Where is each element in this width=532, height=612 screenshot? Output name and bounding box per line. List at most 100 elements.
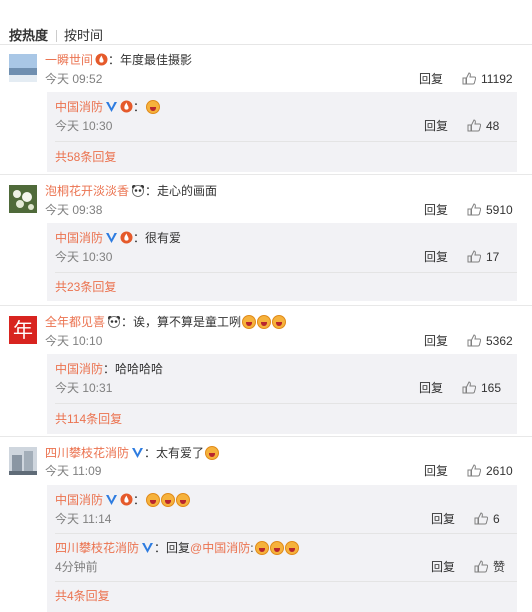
like-count: 17 xyxy=(486,250,500,264)
reply-text: ：哈哈哈哈 xyxy=(103,362,164,376)
heart-eyes-emoji-icon xyxy=(284,541,299,555)
fire-badge-icon xyxy=(120,231,133,248)
comment-time: 今天 09:38 xyxy=(45,203,103,217)
thumbs-up-icon xyxy=(462,72,476,85)
like-count: 11192 xyxy=(481,72,513,86)
comment-divider xyxy=(0,436,532,437)
avatar[interactable] xyxy=(9,447,37,475)
like-button[interactable]: 11192 xyxy=(462,71,513,87)
reply-time: 今天 11:14 xyxy=(55,512,112,526)
avatar[interactable] xyxy=(9,185,37,213)
reply-divider xyxy=(55,272,517,273)
reply-box: 中国消防 ： 今天 10:30 回复 48 共58条回复 xyxy=(47,92,517,172)
comment-author[interactable]: 一瞬世间 xyxy=(45,53,93,67)
reply-box: 中国消防：哈哈哈哈 今天 10:31 回复 165 共114条回复 xyxy=(47,354,517,434)
reply-time: 今天 10:30 xyxy=(55,119,113,133)
reply-divider xyxy=(55,403,517,404)
avatar[interactable] xyxy=(9,54,37,82)
reply-button[interactable]: 回复 xyxy=(424,118,448,134)
thumbs-up-icon xyxy=(467,119,481,132)
tab-by-time[interactable]: 按时间 xyxy=(64,28,103,44)
reply-author[interactable]: 中国消防 xyxy=(55,100,103,114)
reply-author[interactable]: 中国消防 xyxy=(55,231,103,245)
panda-badge-icon xyxy=(131,184,145,201)
panda-badge-icon xyxy=(107,315,121,332)
like-button[interactable]: 5910 xyxy=(467,202,513,218)
reply-tail: : xyxy=(250,541,254,555)
reply-text: ：回复 xyxy=(154,541,191,555)
comment-author[interactable]: 泡桐花开淡淡香 xyxy=(45,184,129,198)
reply-author[interactable]: 中国消防 xyxy=(55,493,103,507)
like-count: 48 xyxy=(486,119,500,133)
reply-author[interactable]: 中国消防 xyxy=(55,362,103,376)
like-button[interactable]: 17 xyxy=(467,249,499,265)
heart-eyes-emoji-icon xyxy=(269,541,284,555)
comment-divider xyxy=(0,305,532,306)
comment-time: 今天 11:09 xyxy=(45,464,102,478)
tab-by-hot[interactable]: 按热度 xyxy=(9,28,48,44)
sort-tabs: 按热度 按时间 xyxy=(0,0,532,45)
more-replies-link[interactable]: 共4条回复 xyxy=(55,588,110,604)
like-count: 165 xyxy=(481,381,502,395)
like-button[interactable]: 5362 xyxy=(467,333,513,349)
reply-time: 今天 10:30 xyxy=(55,250,113,264)
reply-text: ：很有爱 xyxy=(133,231,182,245)
reply-button[interactable]: 回复 xyxy=(431,559,455,575)
reply-divider xyxy=(55,581,517,582)
like-button[interactable]: 165 xyxy=(462,380,501,396)
reply-button[interactable]: 回复 xyxy=(424,333,448,349)
like-count: 2610 xyxy=(486,464,513,478)
thumbs-up-icon xyxy=(474,512,488,525)
fire-badge-icon xyxy=(95,53,108,70)
like-button[interactable]: 48 xyxy=(467,118,499,134)
comment-text: ：走心的画面 xyxy=(145,184,218,198)
comment-divider xyxy=(0,174,532,175)
laugh-emoji-icon xyxy=(146,493,161,507)
thumbs-up-icon xyxy=(474,560,488,573)
thumbs-up-icon xyxy=(467,250,481,263)
reply-button[interactable]: 回复 xyxy=(424,249,448,265)
more-replies-link[interactable]: 共23条回复 xyxy=(55,279,116,295)
laugh-cry-emoji-icon xyxy=(272,315,287,329)
avatar-text: 年 xyxy=(13,318,33,342)
reply-text: ： xyxy=(133,100,146,114)
avatar[interactable]: 年 xyxy=(9,316,37,344)
verified-v-icon xyxy=(105,494,118,510)
like-button[interactable]: 赞 xyxy=(474,559,505,575)
reply-box: 中国消防 ： 今天 11:14 回复 6 四川攀枝花消防 ：回复@中国消防: 4分钟… xyxy=(47,485,517,612)
reply-button[interactable]: 回复 xyxy=(419,380,443,396)
laugh-cry-emoji-icon xyxy=(242,315,257,329)
fire-badge-icon xyxy=(120,493,133,510)
tab-divider xyxy=(56,30,57,42)
comment-time: 今天 09:52 xyxy=(45,72,103,86)
fire-badge-icon xyxy=(120,100,133,117)
reply-button[interactable]: 回复 xyxy=(419,71,443,87)
more-replies-link[interactable]: 共114条回复 xyxy=(55,411,122,427)
more-replies-link[interactable]: 共58条回复 xyxy=(55,149,116,165)
verified-v-icon xyxy=(131,447,144,463)
mention-link[interactable]: @中国消防 xyxy=(190,541,250,555)
like-button[interactable]: 6 xyxy=(474,511,500,527)
verified-v-icon xyxy=(141,542,154,558)
reply-divider xyxy=(55,533,517,534)
thumbs-up-icon xyxy=(467,464,481,477)
thumbs-up-icon xyxy=(467,334,481,347)
reply-button[interactable]: 回复 xyxy=(424,463,448,479)
heart-eyes-emoji-icon xyxy=(205,446,220,460)
thumbs-up-icon xyxy=(462,381,476,394)
verified-v-icon xyxy=(105,232,118,248)
reply-divider xyxy=(55,141,517,142)
verified-v-icon xyxy=(105,101,118,117)
comment-text: ：年度最佳摄影 xyxy=(108,53,193,67)
reply-button[interactable]: 回复 xyxy=(431,511,455,527)
comment-author[interactable]: 全年都见喜 xyxy=(45,315,105,329)
like-button[interactable]: 2610 xyxy=(467,463,513,479)
comment-text: ：诶，算不算是童工咧 xyxy=(121,315,242,329)
reply-time: 今天 10:31 xyxy=(55,381,113,395)
reply-author[interactable]: 四川攀枝花消防 xyxy=(55,541,139,555)
comment-time: 今天 10:10 xyxy=(45,334,103,348)
comment-author[interactable]: 四川攀枝花消防 xyxy=(45,446,129,460)
reply-button[interactable]: 回复 xyxy=(424,202,448,218)
like-label: 赞 xyxy=(493,560,506,574)
reply-time: 4分钟前 xyxy=(55,560,98,574)
